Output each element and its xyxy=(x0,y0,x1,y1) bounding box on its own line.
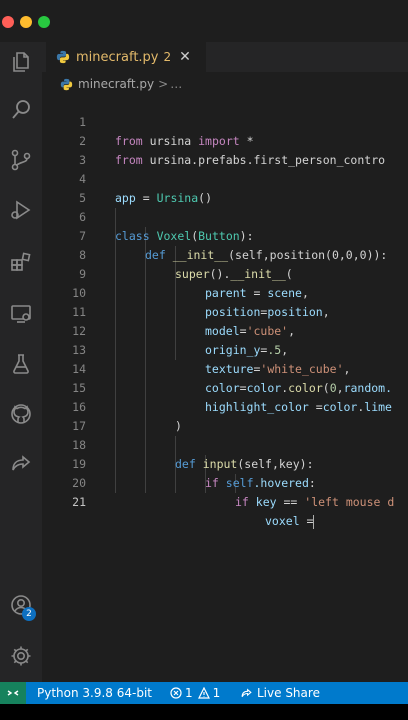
activity-bar: 2 xyxy=(0,42,42,682)
code-line: 5 xyxy=(42,170,408,205)
breadcrumb-separator: > xyxy=(158,77,169,91)
live-share-icon xyxy=(12,455,31,471)
python-file-icon xyxy=(60,78,73,90)
code-line: 15 highlight_color =color.lime xyxy=(42,360,408,414)
code-token: if xyxy=(235,495,249,509)
code-token: = xyxy=(299,514,314,528)
breadcrumb: minecraft.py > … xyxy=(60,74,182,94)
code-token: 'left mouse d xyxy=(304,495,395,509)
explorer-icon xyxy=(13,52,29,72)
code-token: == xyxy=(276,495,305,509)
vscode-window: 2 minecraft.py 2 ✕ minecraft.py > … 1 fr… xyxy=(0,0,408,720)
breadcrumb-file[interactable]: minecraft.py xyxy=(78,77,154,91)
live-share-status[interactable]: Live Share xyxy=(240,682,320,704)
code-line: 9 parent = scene, xyxy=(42,246,408,300)
activity-manage[interactable] xyxy=(0,636,42,676)
run-debug-icon xyxy=(11,200,31,220)
code-line: 2 from ursina.prefabs.first_person_contr… xyxy=(42,113,408,167)
extensions-icon xyxy=(11,252,31,271)
title-bar xyxy=(0,0,408,42)
activity-accounts[interactable]: 2 xyxy=(0,585,42,625)
python-file-icon xyxy=(56,50,70,64)
breadcrumb-more[interactable]: … xyxy=(170,77,182,91)
tab-minecraft-py[interactable]: minecraft.py 2 ✕ xyxy=(46,42,206,72)
code-line: 10 position=position, xyxy=(42,265,408,319)
code-line: 17 xyxy=(42,398,408,433)
code-line: 7 def __init__(self,position(0,0,0)): xyxy=(42,208,408,262)
error-count: 1 xyxy=(185,686,193,700)
code-line: 21 voxel = xyxy=(42,474,408,529)
warning-count: 1 xyxy=(212,686,221,700)
code-line: 1 from ursina import * xyxy=(42,94,408,148)
code-token: voxel xyxy=(265,514,300,528)
screen-bottom-strip xyxy=(0,704,408,720)
remote-indicator-icon xyxy=(7,690,19,696)
remote-explorer-icon xyxy=(11,305,31,323)
accounts-badge: 2 xyxy=(22,607,36,621)
code-line: 18 def input(self,key): xyxy=(42,417,408,471)
code-line: 13 texture='white_cube', xyxy=(42,322,408,376)
code-editor[interactable]: 1 from ursina import * 2 from ursina.pre… xyxy=(42,94,408,682)
problems-indicator[interactable]: 1 1 xyxy=(170,682,220,704)
warning-icon xyxy=(197,687,210,699)
source-control-icon xyxy=(11,149,31,171)
activity-testing[interactable] xyxy=(0,344,42,384)
manage-gear-icon xyxy=(11,646,31,666)
code-token: key xyxy=(255,495,277,509)
code-line: 4 app = Ursina() xyxy=(42,151,408,205)
editor-tab-bar: minecraft.py 2 ✕ xyxy=(42,42,408,72)
close-window-button[interactable] xyxy=(2,16,14,28)
code-line: 16 ) xyxy=(42,379,408,433)
text-cursor xyxy=(313,514,315,529)
error-icon xyxy=(170,687,182,699)
python-interpreter[interactable]: Python 3.9.8 64-bit xyxy=(37,682,152,704)
live-share-icon xyxy=(241,688,252,697)
tab-problem-count: 2 xyxy=(163,50,172,64)
activity-source-control[interactable] xyxy=(0,140,42,180)
github-icon xyxy=(11,404,31,424)
testing-icon xyxy=(13,354,29,374)
tab-label: minecraft.py xyxy=(76,49,159,65)
activity-github[interactable] xyxy=(0,394,42,434)
maximize-window-button[interactable] xyxy=(38,16,50,28)
remote-indicator[interactable] xyxy=(0,682,26,704)
activity-run-debug[interactable] xyxy=(0,190,42,230)
activity-remote-explorer[interactable] xyxy=(0,294,42,334)
search-icon xyxy=(12,100,30,119)
code-line: 8 super().__init__( xyxy=(42,227,408,281)
code-line: 6 class Voxel(Button): xyxy=(42,189,408,243)
code-line: 11 model='cube', xyxy=(42,284,408,338)
code-line: 3 xyxy=(42,132,408,167)
tab-close-icon[interactable]: ✕ xyxy=(179,49,191,65)
live-share-label: Live Share xyxy=(257,686,320,700)
status-bar: Python 3.9.8 64-bit 1 1 Live Share xyxy=(0,682,408,704)
code-line: 19 if self.hovered: xyxy=(42,436,408,490)
activity-live-share[interactable] xyxy=(0,444,42,484)
code-line: 14 color=color.color(0,random. xyxy=(42,341,408,395)
minimize-window-button[interactable] xyxy=(20,16,32,28)
line-number: 21 xyxy=(72,495,86,509)
activity-extensions[interactable] xyxy=(0,242,42,282)
activity-search[interactable] xyxy=(0,90,42,130)
activity-explorer[interactable] xyxy=(0,42,42,82)
code-line: 20 if key == 'left mouse d xyxy=(42,455,408,509)
code-line: 12 origin_y=.5, xyxy=(42,303,408,357)
